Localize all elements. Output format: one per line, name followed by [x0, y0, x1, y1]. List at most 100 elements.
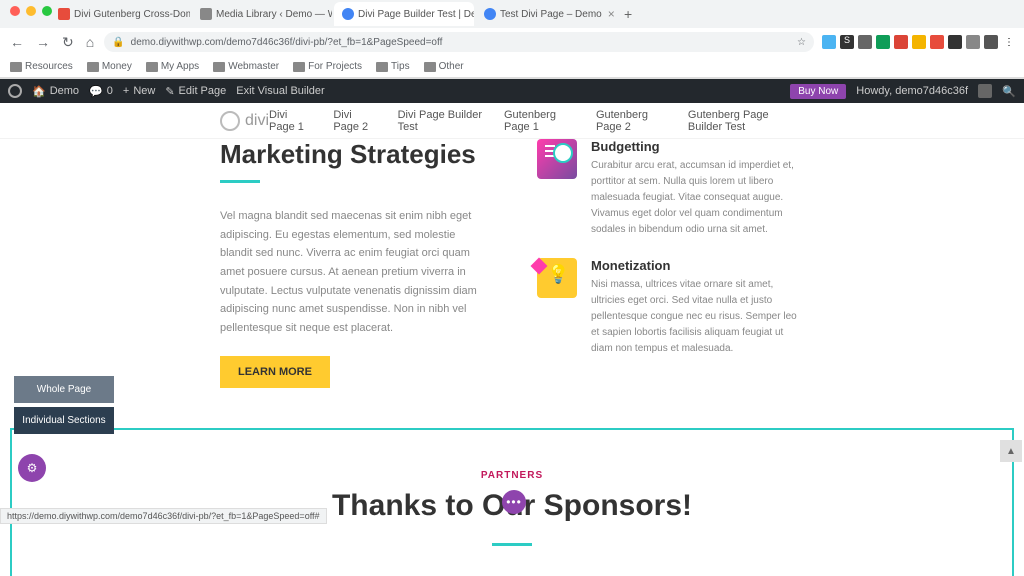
tab-favicon [342, 8, 354, 20]
bookmark-folder[interactable]: Resources [10, 61, 73, 72]
wireframe-controls: Whole Page Individual Sections [14, 376, 114, 438]
bookmark-label: For Projects [308, 61, 362, 72]
bookmark-folder[interactable]: Other [424, 61, 464, 72]
whole-page-button[interactable]: Whole Page [14, 376, 114, 403]
bookmark-label: Other [439, 61, 464, 72]
partners-label: PARTNERS [12, 470, 1012, 481]
divi-logo-icon [220, 111, 240, 131]
bookmark-folder[interactable]: For Projects [293, 61, 362, 72]
maximize-window[interactable] [42, 6, 52, 16]
star-icon[interactable]: ☆ [797, 37, 806, 48]
ext-icon[interactable] [876, 35, 890, 49]
folder-icon [293, 62, 305, 72]
wp-site-label: Demo [50, 85, 79, 97]
buy-now-button[interactable]: Buy Now [790, 84, 846, 99]
browser-chrome: Divi Gutenberg Cross-Domain× Media Libra… [0, 0, 1024, 79]
ext-icon[interactable] [894, 35, 908, 49]
address-bar[interactable]: 🔒 demo.diywithwp.com/demo7d46c36f/divi-p… [104, 32, 814, 52]
window-controls [0, 0, 62, 22]
new-tab-button[interactable]: + [618, 6, 638, 22]
bookmark-label: Money [102, 61, 132, 72]
accent-line [492, 543, 532, 546]
wp-admin-bar: 🏠 Demo 💬 0 + New ✎ Edit Page Exit Visual… [0, 79, 1024, 103]
wp-howdy[interactable]: Howdy, demo7d46c36f [856, 85, 968, 97]
ext-icon[interactable] [822, 35, 836, 49]
nav-item[interactable]: Gutenberg Page 2 [596, 109, 670, 133]
ext-icon[interactable] [858, 35, 872, 49]
forward-button[interactable]: → [34, 32, 52, 52]
nav-item[interactable]: Gutenberg Page 1 [504, 109, 578, 133]
back-button[interactable]: ← [8, 32, 26, 52]
nav-item[interactable]: Gutenberg Page Builder Test [688, 109, 804, 133]
wp-site-name[interactable]: 🏠 Demo [32, 85, 79, 98]
bookmarks-bar: Resources Money My Apps Webmaster For Pr… [0, 56, 1024, 78]
individual-sections-button[interactable]: Individual Sections [14, 407, 114, 434]
wp-new[interactable]: + New [123, 85, 155, 97]
wp-new-label: New [133, 85, 155, 97]
wp-edit-label: Edit Page [179, 85, 227, 97]
browser-tab-active[interactable]: Divi Page Builder Test | Demo× [334, 2, 474, 26]
bookmark-folder[interactable]: My Apps [146, 61, 199, 72]
divi-settings-button[interactable]: ⚙ [18, 454, 46, 482]
wp-edit-page[interactable]: ✎ Edit Page [165, 85, 226, 98]
feature-monetization: Monetization Nisi massa, ultrices vitae … [537, 258, 804, 357]
feature-budgetting: Budgetting Curabitur arcu erat, accumsan… [537, 139, 804, 238]
ext-icon[interactable] [984, 35, 998, 49]
bookmark-folder[interactable]: Money [87, 61, 132, 72]
browser-tab[interactable]: Media Library ‹ Demo — Word× [192, 2, 332, 26]
scroll-top-button[interactable]: ▲ [1000, 440, 1022, 462]
close-window[interactable] [10, 6, 20, 16]
learn-more-button[interactable]: LEARN MORE [220, 356, 330, 388]
wp-logo-icon[interactable] [8, 84, 22, 98]
tab-label: Divi Page Builder Test | Demo [358, 9, 474, 20]
divi-logo[interactable]: divi [220, 111, 269, 131]
hero-title: Marketing Strategies [220, 139, 487, 170]
wp-comments-count: 0 [107, 85, 113, 97]
browser-tab[interactable]: Test Divi Page – Demo × [476, 2, 616, 26]
nav-menu: Divi Page 1 Divi Page 2 Divi Page Builde… [269, 109, 804, 133]
folder-icon [87, 62, 99, 72]
home-button[interactable]: ⌂ [84, 32, 96, 52]
nav-item[interactable]: Divi Page 2 [333, 109, 379, 133]
budget-icon [537, 139, 577, 179]
status-bar: https://demo.diywithwp.com/demo7d46c36f/… [0, 508, 327, 524]
divi-logo-text: divi [245, 112, 269, 130]
tab-label: Test Divi Page – Demo [500, 9, 602, 20]
ext-icon[interactable]: S [840, 35, 854, 49]
browser-toolbar: ← → ↻ ⌂ 🔒 demo.diywithwp.com/demo7d46c36… [0, 28, 1024, 56]
feature-title: Budgetting [591, 139, 804, 154]
ext-icon[interactable] [966, 35, 980, 49]
nav-item[interactable]: Divi Page Builder Test [398, 109, 486, 133]
minimize-window[interactable] [26, 6, 36, 16]
browser-tab[interactable]: Divi Gutenberg Cross-Domain× [50, 2, 190, 26]
reload-button[interactable]: ↻ [60, 32, 76, 53]
divi-expand-button[interactable]: ••• [502, 490, 526, 514]
bookmark-folder[interactable]: Tips [376, 61, 410, 72]
nav-item[interactable]: Divi Page 1 [269, 109, 315, 133]
extension-icons: S ⋮ [822, 35, 1016, 49]
ext-icon[interactable] [930, 35, 944, 49]
bookmark-label: Resources [25, 61, 73, 72]
folder-icon [146, 62, 158, 72]
search-icon[interactable]: 🔍 [1002, 84, 1016, 98]
feature-text: Curabitur arcu erat, accumsan id imperdi… [591, 158, 804, 238]
tab-close-icon[interactable]: × [608, 7, 615, 21]
folder-icon [376, 62, 388, 72]
bookmark-label: Webmaster [228, 61, 279, 72]
ext-icon[interactable] [912, 35, 926, 49]
avatar[interactable] [978, 84, 992, 98]
monetization-icon [537, 258, 577, 298]
wp-comments[interactable]: 💬 0 [89, 85, 113, 98]
menu-icon[interactable]: ⋮ [1002, 35, 1016, 49]
ext-icon[interactable] [948, 35, 962, 49]
wp-exit-builder[interactable]: Exit Visual Builder [236, 85, 324, 97]
howdy-user: demo7d46c36f [895, 85, 968, 97]
url-text: demo.diywithwp.com/demo7d46c36f/divi-pb/… [131, 37, 791, 48]
tab-favicon [484, 8, 496, 20]
tab-label: Divi Gutenberg Cross-Domain [74, 9, 190, 20]
browser-tabs: Divi Gutenberg Cross-Domain× Media Libra… [0, 0, 1024, 28]
bookmark-folder[interactable]: Webmaster [213, 61, 279, 72]
bookmark-label: Tips [391, 61, 410, 72]
hero-body: Vel magna blandit sed maecenas sit enim … [220, 207, 487, 338]
tab-label: Media Library ‹ Demo — Word [216, 9, 332, 20]
